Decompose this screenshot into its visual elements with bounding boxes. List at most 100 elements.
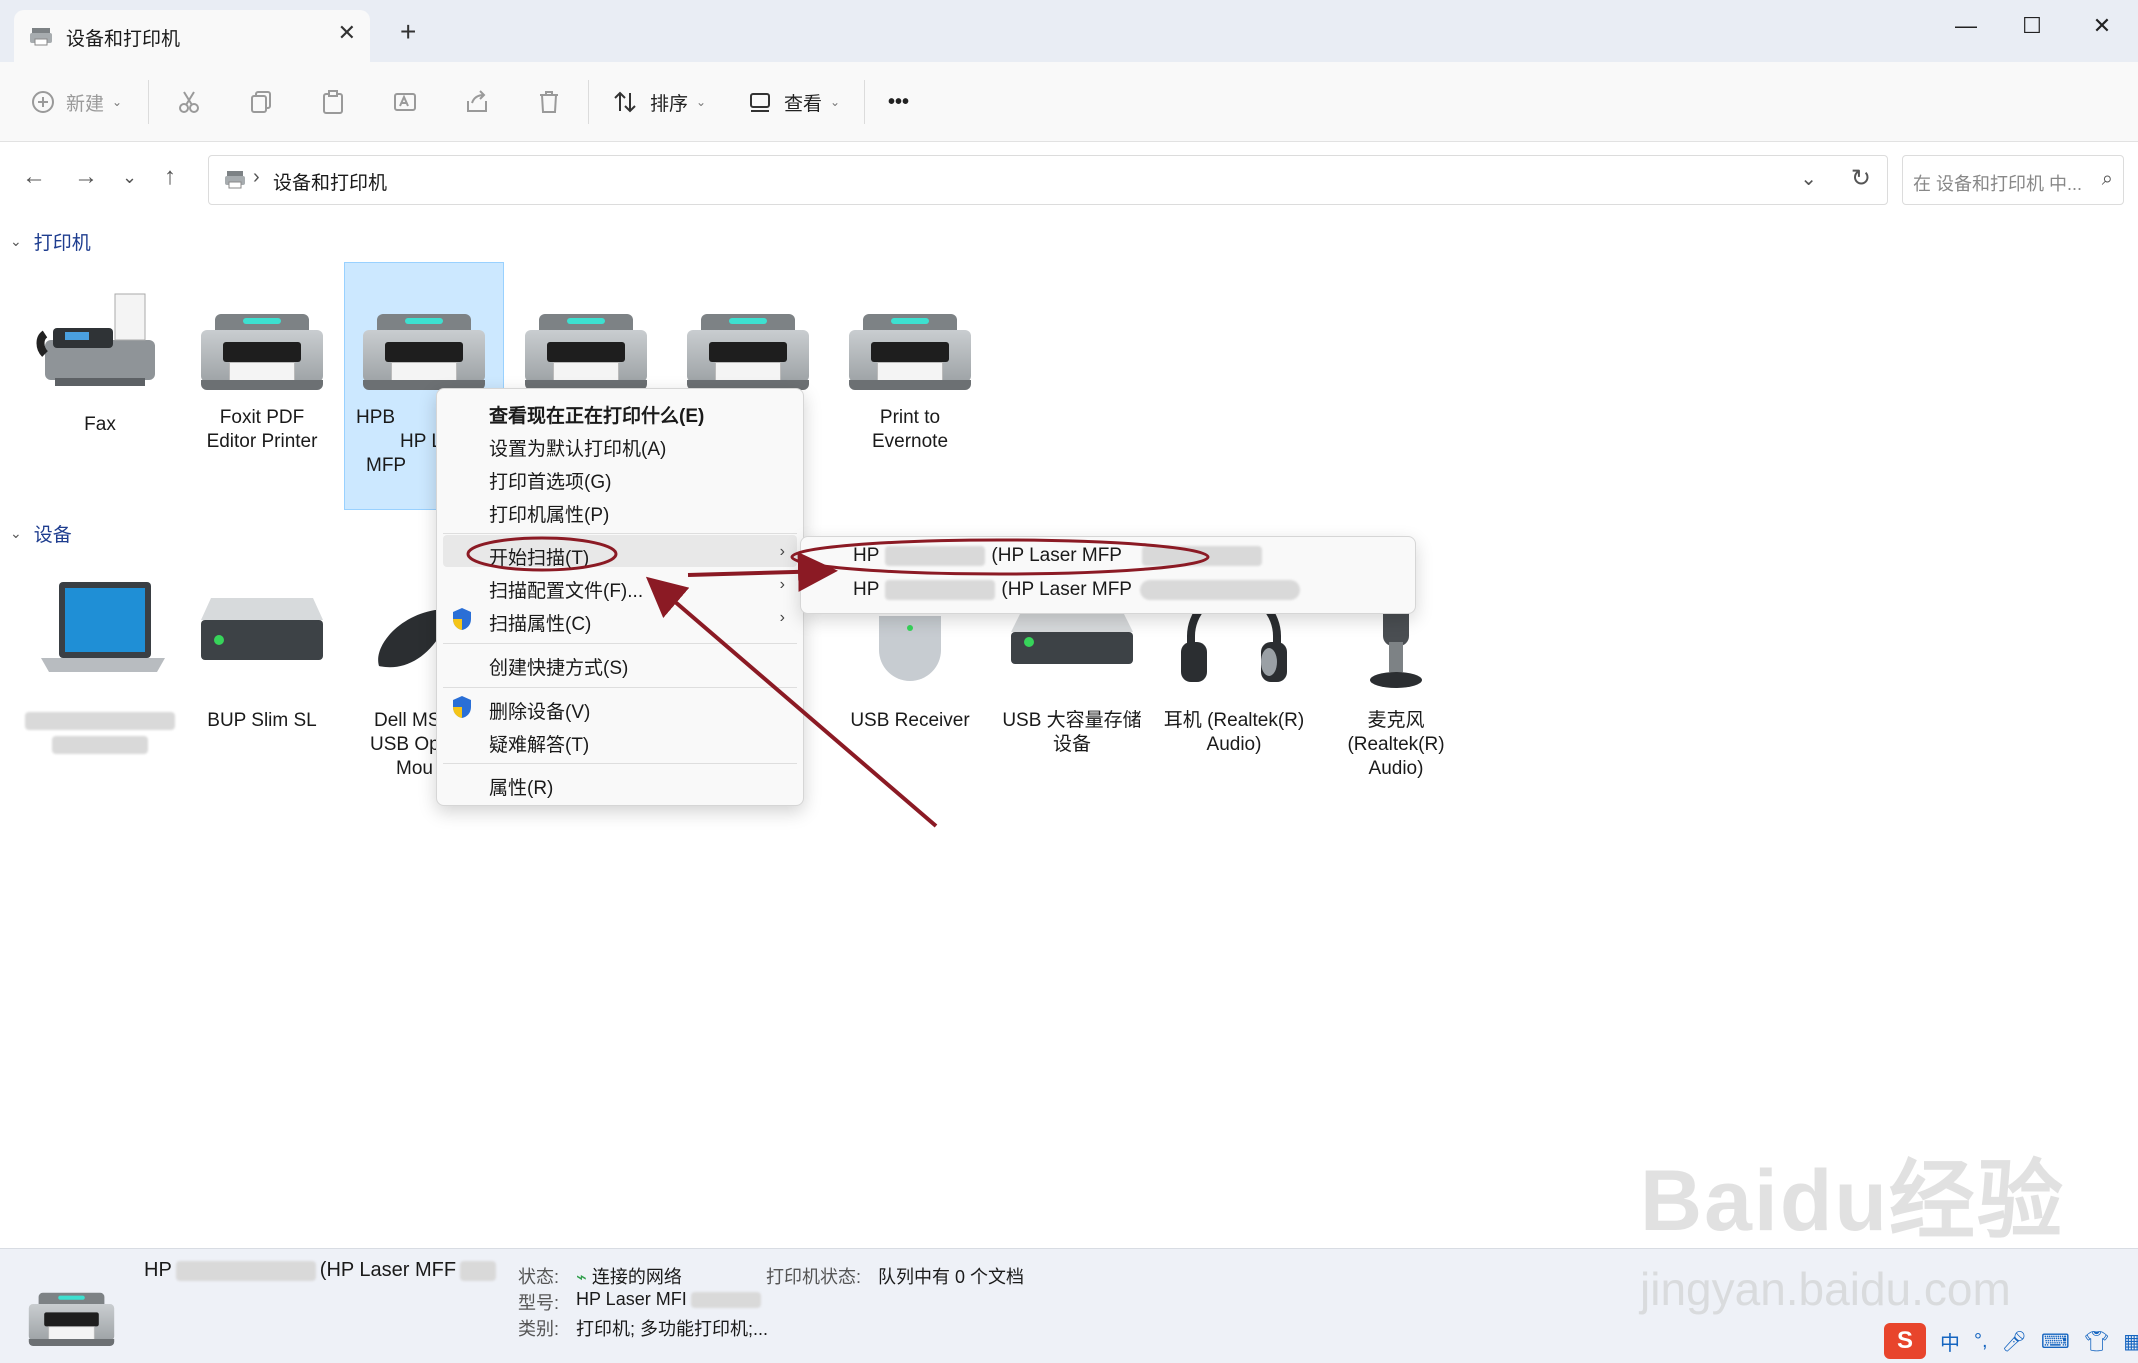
- copy-button[interactable]: [248, 84, 274, 120]
- view-button[interactable]: 查看 ⌄: [748, 84, 840, 120]
- printer-icon: [30, 28, 52, 46]
- chevron-down-icon: ⌄: [696, 95, 707, 109]
- menu-item-scan-properties[interactable]: 扫描属性(C): [489, 609, 591, 636]
- menu-item-see-whats-printing[interactable]: 查看现在正在打印什么(E): [489, 401, 704, 428]
- rename-button[interactable]: [392, 84, 418, 120]
- recent-chevron-icon[interactable]: ⌄: [122, 167, 137, 188]
- model-value-text: HP Laser MFI: [576, 1289, 687, 1309]
- printer-item-evernote[interactable]: Print to Evernote: [830, 280, 990, 454]
- menu-item-start-scan[interactable]: 开始扫描(T): [489, 543, 589, 570]
- printer-icon: [26, 1269, 117, 1353]
- printer-icon: [359, 280, 489, 400]
- printer-item-fax[interactable]: Fax: [20, 280, 180, 437]
- search-icon: ⌕: [2101, 168, 2113, 190]
- device-item-computer[interactable]: [20, 576, 180, 757]
- up-arrow-icon[interactable]: ↑: [164, 163, 176, 191]
- delete-button[interactable]: [536, 84, 562, 120]
- tab-close-icon[interactable]: ✕: [338, 20, 356, 46]
- device-label: BUP Slim SL: [207, 710, 317, 731]
- printer-item-foxit[interactable]: Foxit PDF Editor Printer: [182, 280, 342, 454]
- printer-icon: [845, 280, 975, 400]
- uac-shield-icon: [453, 608, 471, 630]
- menu-item-scan-profiles[interactable]: 扫描配置文件(F)...: [489, 576, 643, 603]
- skin-icon[interactable]: 👕︎: [2084, 1329, 2109, 1354]
- fax-icon: [36, 293, 155, 386]
- device-label: USB 大容量存储: [1002, 710, 1142, 731]
- printer-status-key: 打印机状态:: [766, 1267, 862, 1287]
- chevron-down-icon: ⌄: [830, 95, 841, 109]
- model-key: 型号:: [518, 1293, 560, 1313]
- ime-language[interactable]: 中: [1940, 1327, 1960, 1356]
- navigation-row: ← → ⌄ ↑ › 设备和打印机 ⌄ ↻ 在 设备和打印机 中... ⌕: [0, 143, 2138, 215]
- printers-group-header[interactable]: ⌄ 打印机: [10, 228, 91, 255]
- device-name-suffix: (HP Laser MFF: [319, 1259, 457, 1281]
- printer-icon: [683, 280, 813, 400]
- chevron-down-icon: ⌄: [112, 95, 123, 109]
- devices-group-header[interactable]: ⌄ 设备: [10, 520, 72, 547]
- menu-item-create-shortcut[interactable]: 创建快捷方式(S): [489, 653, 628, 680]
- search-placeholder: 在 设备和打印机 中...: [1913, 174, 2083, 194]
- printer-label: Print to: [879, 407, 941, 428]
- close-button[interactable]: ✕: [2072, 6, 2132, 46]
- microphone-icon[interactable]: 🎤︎: [2002, 1329, 2027, 1354]
- share-icon: [467, 90, 487, 112]
- forward-arrow-icon[interactable]: →: [74, 163, 98, 191]
- back-arrow-icon[interactable]: ←: [22, 163, 46, 191]
- sogou-logo-icon[interactable]: S: [1884, 1323, 1926, 1359]
- menu-item-troubleshoot[interactable]: 疑难解答(T): [489, 730, 589, 757]
- printer-icon: [225, 171, 245, 189]
- refresh-icon[interactable]: ↻: [1851, 164, 1871, 193]
- grid-icon[interactable]: ▦: [2123, 1329, 2138, 1354]
- share-button[interactable]: [464, 84, 490, 120]
- sort-button[interactable]: 排序 ⌄: [612, 84, 706, 120]
- submenu-item-scanner-1[interactable]: HP (HP Laser MFP: [853, 545, 1262, 567]
- selected-device-name: HP (HP Laser MFF: [144, 1259, 497, 1282]
- context-menu: 查看现在正在打印什么(E) 设置为默认打印机(A) 打印首选项(G) 打印机属性…: [436, 388, 804, 806]
- keyboard-icon[interactable]: ⌨: [2041, 1329, 2070, 1354]
- printer-icon: [197, 280, 327, 400]
- printers-group-label: 打印机: [33, 233, 91, 254]
- printer-icon: [521, 280, 651, 400]
- model-value: HP Laser MFI: [576, 1289, 761, 1310]
- device-label: USB Receiver: [850, 710, 970, 731]
- toolbar-divider: [148, 80, 149, 124]
- address-bar[interactable]: › 设备和打印机 ⌄ ↻: [208, 155, 1888, 205]
- device-label: Audio): [1368, 758, 1424, 779]
- menu-item-printing-preferences[interactable]: 打印首选项(G): [489, 467, 611, 494]
- menu-item-set-default[interactable]: 设置为默认打印机(A): [489, 434, 666, 461]
- rename-icon: [394, 93, 416, 111]
- minimize-button[interactable]: —: [1936, 6, 1996, 46]
- printer-label: Evernote: [871, 431, 949, 452]
- copy-icon: [251, 91, 271, 113]
- maximize-button[interactable]: ☐: [2002, 6, 2062, 46]
- view-label: 查看: [784, 93, 823, 115]
- tab-devices-and-printers[interactable]: 设备和打印机 ✕: [14, 10, 370, 62]
- paste-button[interactable]: [320, 84, 346, 120]
- title-bar: 设备和打印机 ✕ + — ☐ ✕: [0, 0, 2138, 62]
- device-label: 麦克风: [1367, 710, 1425, 731]
- ime-punctuation[interactable]: °,: [1974, 1330, 1988, 1353]
- printer-label: Foxit PDF: [219, 407, 305, 428]
- network-icon: ⌁: [576, 1267, 587, 1287]
- device-name-prefix: HP: [144, 1259, 172, 1281]
- menu-item-remove-device[interactable]: 删除设备(V): [489, 697, 590, 724]
- new-button[interactable]: 新建 ⌄: [30, 84, 122, 120]
- address-dropdown-icon[interactable]: ⌄: [1800, 166, 1817, 191]
- device-label: Audio): [1206, 734, 1262, 755]
- cut-button[interactable]: [176, 84, 202, 120]
- status-key: 状态:: [518, 1267, 560, 1287]
- breadcrumb-devices-and-printers[interactable]: 设备和打印机: [273, 168, 387, 195]
- laptop-icon: [41, 582, 165, 672]
- menu-item-printer-properties[interactable]: 打印机属性(P): [489, 500, 609, 527]
- clipboard-icon: [323, 90, 343, 114]
- device-item-bup-slim[interactable]: BUP Slim SL: [182, 576, 342, 733]
- more-options-button[interactable]: •••: [888, 84, 909, 120]
- search-box[interactable]: 在 设备和打印机 中... ⌕: [1902, 155, 2124, 205]
- menu-item-properties[interactable]: 属性(R): [489, 773, 553, 800]
- command-bar: 新建 ⌄ 排序 ⌄ 查看 ⌄ •••: [0, 62, 2138, 142]
- submenu-arrow-icon: ›: [779, 576, 785, 593]
- device-label: 耳机 (Realtek(R): [1163, 710, 1305, 731]
- new-tab-button[interactable]: +: [400, 16, 416, 48]
- hard-drive-icon: [201, 598, 323, 660]
- submenu-item-scanner-2[interactable]: HP (HP Laser MFP: [853, 579, 1300, 601]
